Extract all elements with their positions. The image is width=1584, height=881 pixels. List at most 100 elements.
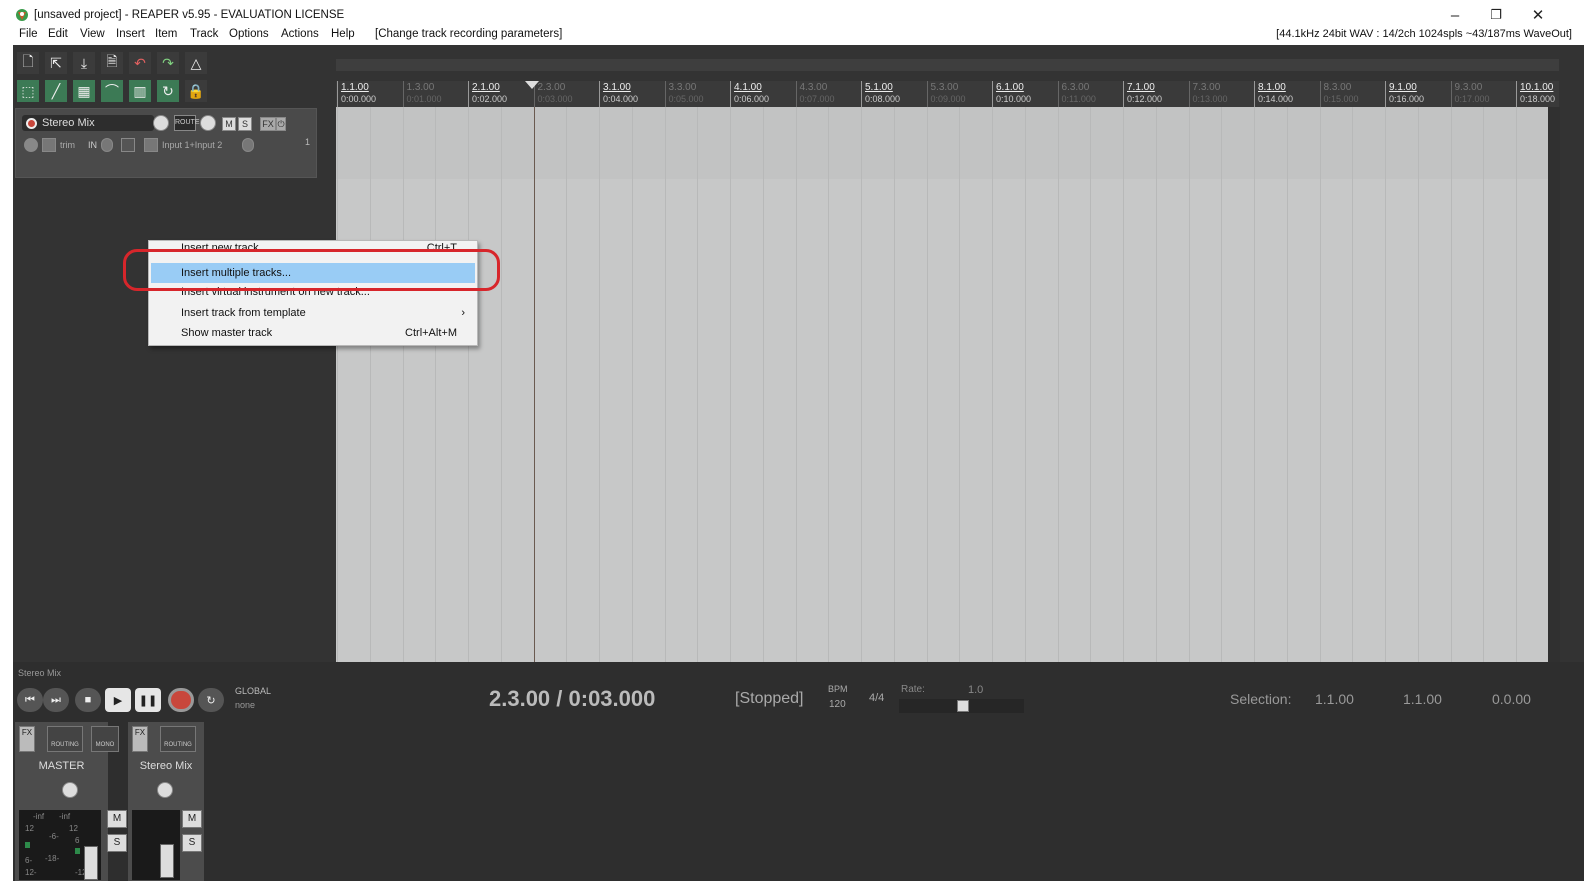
menu-insert[interactable]: Insert	[116, 28, 145, 40]
track-pan-knob[interactable]	[157, 782, 173, 798]
menu-show-master-track[interactable]: Show master track Ctrl+Alt+M	[151, 323, 475, 343]
input-select-button[interactable]	[242, 138, 254, 152]
record-arm-button[interactable]	[26, 118, 37, 129]
menu-edit[interactable]: Edit	[48, 28, 68, 40]
selection-length[interactable]: 0.0.00	[1492, 691, 1531, 707]
arrange-view[interactable]	[336, 107, 1550, 662]
repeat-icon[interactable]: ↻	[198, 688, 224, 712]
pause-button[interactable]: ❚❚	[135, 688, 161, 712]
grid-snap-icon[interactable]: ⬚	[17, 80, 39, 102]
master-pan-knob[interactable]	[62, 782, 78, 798]
ruler-tick[interactable]: 7.3.00 0:13.000	[1188, 81, 1228, 107]
ruler-tick[interactable]: 1.1.00 0:00.000	[337, 81, 376, 107]
volume-knob[interactable]	[153, 115, 169, 131]
master-fader[interactable]	[84, 846, 98, 880]
fx-button[interactable]: FX	[260, 117, 276, 131]
automation-mode-label[interactable]: none	[235, 700, 255, 710]
menu-actions[interactable]: Actions	[281, 28, 319, 40]
project-settings-icon[interactable]: 🗎	[101, 52, 123, 74]
track-strip[interactable]: FX ROUTING Stereo Mix M S	[128, 722, 204, 881]
track-control-panel-area[interactable]: Stereo Mix ROUTE M S FX ⏻ trim IN Input …	[13, 105, 333, 665]
menu-options[interactable]: Options	[229, 28, 269, 40]
master-strip[interactable]: FX ROUTING MONO MASTER -inf -inf 12 12 -…	[15, 722, 127, 881]
selection-start[interactable]: 1.1.00	[1315, 691, 1354, 707]
close-button[interactable]: ✕	[1518, 4, 1558, 26]
ruler-tick[interactable]: 7.1.00 0:12.000	[1123, 81, 1162, 107]
ruler-tick[interactable]: 4.1.00 0:06.000	[730, 81, 769, 107]
fx-bypass-button[interactable]: ⏻	[276, 117, 286, 131]
grid-icon[interactable]: ▥	[129, 80, 151, 102]
metronome-icon[interactable]: △	[185, 52, 207, 74]
bpm-value[interactable]: 120	[829, 699, 846, 710]
open-project-icon[interactable]: ⇱	[45, 52, 67, 74]
input-dropdown-button[interactable]	[101, 138, 113, 152]
menu-track[interactable]: Track	[190, 28, 218, 40]
loop-icon[interactable]: ↻	[157, 80, 179, 102]
ruler-tick[interactable]: 9.3.00 0:17.000	[1450, 81, 1490, 107]
go-to-start-button[interactable]: ⏮	[17, 688, 43, 712]
route-button[interactable]: ROUTE	[174, 115, 200, 131]
edit-cursor-marker[interactable]	[525, 81, 539, 89]
menu-file[interactable]: File	[19, 28, 38, 40]
timeline-ruler[interactable]: 1.1.00 0:00.000 1.3.00 0:01.000 2.1.00 0:02.0…	[336, 81, 1559, 107]
track-name-field[interactable]: Stereo Mix	[22, 115, 154, 131]
track-routing-button[interactable]: ROUTING	[160, 726, 196, 752]
automation-mode-icon[interactable]	[42, 138, 56, 152]
menu-insert-track-from-template[interactable]: Insert track from template ›	[151, 303, 475, 323]
playrate-slider-thumb[interactable]	[957, 700, 969, 712]
ruler-tick[interactable]: 8.3.00 0:15.000	[1319, 81, 1359, 107]
solo-button[interactable]: S	[238, 117, 252, 131]
vertical-scrollbar[interactable]	[1548, 107, 1560, 667]
ruler-tick[interactable]: 3.1.00 0:04.000	[599, 81, 638, 107]
ruler-tick[interactable]: 10.1.00 0:18.000	[1516, 81, 1555, 107]
ruler-tick[interactable]: 8.1.00 0:14.000	[1254, 81, 1293, 107]
menu-item[interactable]: Item	[155, 28, 177, 40]
item-grouping-icon[interactable]: ▦	[73, 80, 95, 102]
undo-icon[interactable]: ↶	[129, 52, 151, 74]
lock-icon[interactable]: 🔒	[185, 80, 207, 102]
mute-button[interactable]: M	[222, 117, 236, 131]
ruler-tick[interactable]: 5.3.00 0:09.000	[926, 81, 966, 107]
master-mono-button[interactable]: MONO	[91, 726, 119, 752]
master-solo-button[interactable]: S	[107, 834, 127, 852]
menu-help[interactable]: Help	[331, 28, 355, 40]
input-label[interactable]: Input 1+Input 2	[162, 140, 222, 150]
restore-button[interactable]: ❐	[1476, 4, 1516, 26]
ruler-tick[interactable]: 6.3.00 0:11.000	[1057, 81, 1096, 107]
ruler-tick[interactable]: 1.3.00 0:01.000	[402, 81, 442, 107]
master-routing-button[interactable]: ROUTING	[47, 726, 83, 752]
track-panel[interactable]: Stereo Mix ROUTE M S FX ⏻ trim IN Input …	[15, 108, 317, 178]
envelope-points-icon[interactable]: ⌒	[101, 80, 123, 102]
ruler-tick[interactable]: 2.1.00 0:02.000	[468, 81, 507, 107]
selection-end[interactable]: 1.1.00	[1403, 691, 1442, 707]
input-type-icon[interactable]	[144, 138, 158, 152]
ruler-tick[interactable]: 3.3.00 0:05.000	[664, 81, 704, 107]
play-arrow-icon[interactable]	[121, 138, 135, 152]
ruler-region-bar[interactable]	[336, 59, 1559, 71]
playrate-slider[interactable]	[899, 699, 1024, 713]
master-fx-button[interactable]: FX	[19, 726, 35, 752]
play-button[interactable]: ▶	[105, 688, 131, 712]
track-fx-button[interactable]: FX	[132, 726, 148, 752]
minimize-button[interactable]: –	[1435, 4, 1475, 26]
new-project-icon[interactable]: 🗋	[17, 52, 39, 74]
ruler-tick[interactable]: 9.1.00 0:16.000	[1385, 81, 1424, 107]
redo-icon[interactable]: ↷	[157, 52, 179, 74]
track-mute-button[interactable]: M	[182, 810, 202, 828]
track-solo-button[interactable]: S	[182, 834, 202, 852]
record-monitor-button[interactable]	[24, 138, 38, 152]
ripple-edit-icon[interactable]: ╱	[45, 80, 67, 102]
arrange-track-lane[interactable]	[336, 107, 1548, 179]
ruler-tick[interactable]: 6.1.00 0:10.000	[992, 81, 1031, 107]
audio-device-status[interactable]: [44.1kHz 24bit WAV : 14/2ch 1024spls ~43…	[1276, 28, 1572, 40]
position-display[interactable]: 2.3.00 / 0:03.000	[489, 686, 655, 712]
pan-knob[interactable]	[200, 115, 216, 131]
go-to-end-button[interactable]: ⏭	[43, 688, 69, 712]
ruler-tick[interactable]: 4.3.00 0:07.000	[795, 81, 835, 107]
global-automation-label[interactable]: GLOBAL	[235, 686, 271, 696]
stop-button[interactable]: ■	[75, 688, 101, 712]
track-fader[interactable]	[160, 844, 174, 878]
record-button[interactable]	[168, 688, 194, 712]
save-project-icon[interactable]: ⤓	[73, 52, 95, 74]
master-mute-button[interactable]: M	[107, 810, 127, 828]
